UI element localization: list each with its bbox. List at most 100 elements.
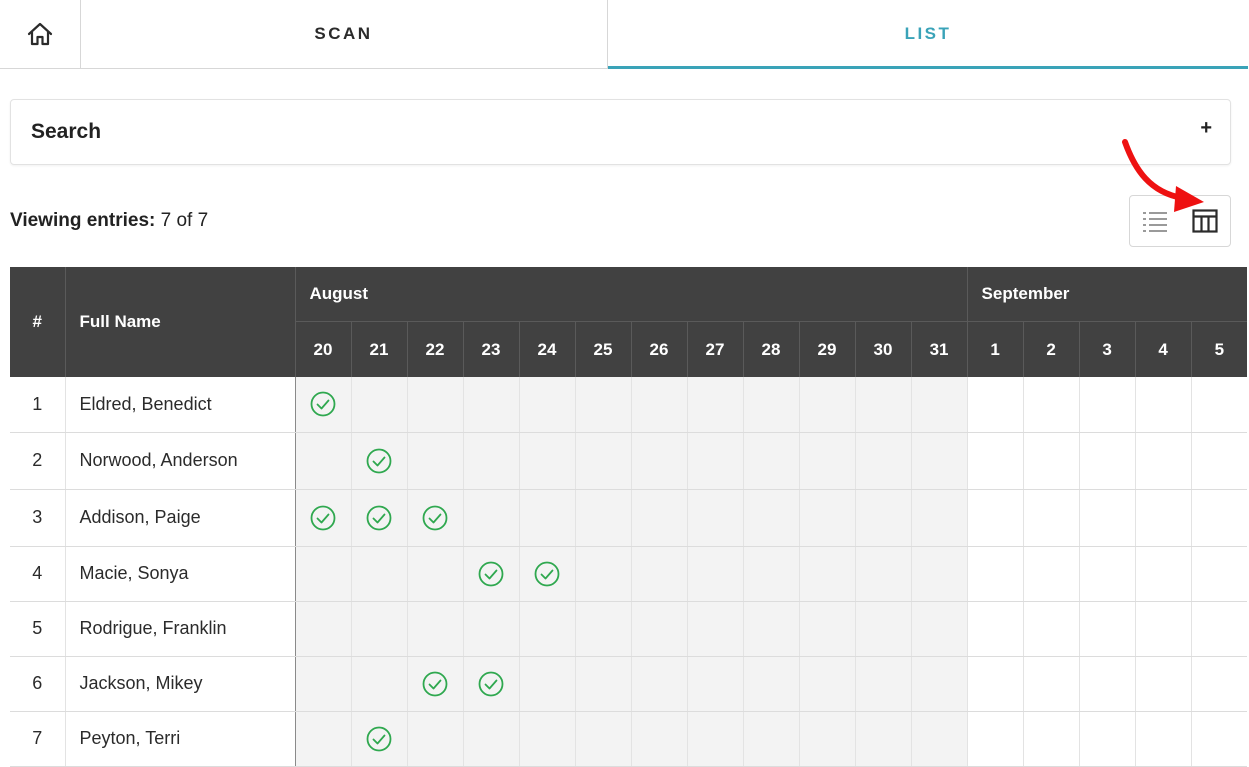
day-cell xyxy=(910,711,968,767)
day-cell xyxy=(574,601,631,657)
day-cell xyxy=(350,601,407,657)
day-cell xyxy=(910,489,968,547)
day-cell xyxy=(1078,601,1136,657)
check-circle-icon xyxy=(478,671,504,696)
day-header: 5 xyxy=(1190,321,1248,377)
day-cell xyxy=(630,546,687,602)
day-cell xyxy=(630,656,687,712)
table-row[interactable]: 2 Norwood, Anderson xyxy=(10,432,1248,490)
day-cell xyxy=(854,546,911,602)
day-cell xyxy=(966,601,1024,657)
day-cell xyxy=(1078,656,1136,712)
tab-list[interactable]: LIST xyxy=(607,0,1248,69)
day-cell xyxy=(350,656,407,712)
day-cell xyxy=(350,546,407,602)
day-cell xyxy=(910,601,968,657)
table-row[interactable]: 4 Macie, Sonya xyxy=(10,546,1248,602)
day-cell xyxy=(742,432,799,490)
day-cell xyxy=(518,432,575,490)
day-cell xyxy=(1022,656,1080,712)
day-cell xyxy=(910,377,968,433)
check-circle-icon xyxy=(422,671,448,696)
day-cell xyxy=(798,656,855,712)
day-cell xyxy=(798,546,855,602)
day-cell xyxy=(966,432,1024,490)
day-cell xyxy=(798,377,855,433)
day-cell xyxy=(686,656,743,712)
table-row[interactable]: 3 Addison, Paige xyxy=(10,489,1248,547)
table-row[interactable]: 5 Rodrigue, Franklin xyxy=(10,601,1248,657)
viewing-entries-label: Viewing entries: xyxy=(10,210,156,231)
check-circle-icon xyxy=(366,726,392,751)
search-panel[interactable]: Search + xyxy=(10,99,1231,165)
table-row[interactable]: 6 Jackson, Mikey xyxy=(10,656,1248,712)
row-full-name: Macie, Sonya xyxy=(65,546,296,602)
day-cell xyxy=(1190,546,1248,602)
day-cell xyxy=(686,711,743,767)
day-cell xyxy=(406,432,463,490)
day-cell xyxy=(1134,656,1192,712)
day-cell xyxy=(294,432,351,490)
home-icon xyxy=(27,22,53,46)
day-cell xyxy=(406,546,463,602)
day-cell xyxy=(854,377,911,433)
check-circle-icon xyxy=(366,505,392,530)
day-cell xyxy=(294,489,351,547)
day-header: 22 xyxy=(406,321,463,377)
day-header: 2 xyxy=(1022,321,1080,377)
day-cell xyxy=(1134,489,1192,547)
day-cell xyxy=(798,432,855,490)
day-cell xyxy=(1190,656,1248,712)
check-circle-icon xyxy=(422,505,448,530)
day-cell xyxy=(630,377,687,433)
day-cell xyxy=(1022,432,1080,490)
day-cell xyxy=(630,432,687,490)
day-cell xyxy=(1022,711,1080,767)
home-button[interactable] xyxy=(0,0,81,68)
day-cell xyxy=(686,377,743,433)
day-cell xyxy=(742,489,799,547)
viewing-entries: Viewing entries: 7 of 7 xyxy=(10,210,208,232)
day-cell xyxy=(1078,489,1136,547)
day-cell xyxy=(350,711,407,767)
day-header: 1 xyxy=(966,321,1024,377)
day-cell xyxy=(854,601,911,657)
day-cell xyxy=(630,711,687,767)
row-full-name: Addison, Paige xyxy=(65,489,296,547)
table-row[interactable]: 7 Peyton, Terri xyxy=(10,711,1248,767)
day-cell xyxy=(462,711,519,767)
day-cell xyxy=(1022,377,1080,433)
day-cell xyxy=(686,601,743,657)
day-cell xyxy=(518,489,575,547)
day-cell xyxy=(1134,546,1192,602)
table-row[interactable]: 1 Eldred, Benedict xyxy=(10,377,1248,433)
day-cell xyxy=(686,489,743,547)
day-header: 30 xyxy=(854,321,911,377)
row-full-name: Peyton, Terri xyxy=(65,711,296,767)
day-cell xyxy=(1134,711,1192,767)
annotation-arrow xyxy=(1122,139,1204,212)
day-cell xyxy=(910,432,968,490)
day-cell xyxy=(294,377,351,433)
row-full-name: Jackson, Mikey xyxy=(65,656,296,712)
day-cell xyxy=(518,656,575,712)
tab-scan[interactable]: SCAN xyxy=(81,0,606,68)
row-number: 4 xyxy=(10,546,66,602)
check-circle-icon xyxy=(310,391,336,417)
day-cell xyxy=(1078,377,1136,433)
day-cell xyxy=(630,601,687,657)
day-cell xyxy=(406,489,463,547)
day-cell xyxy=(518,711,575,767)
day-cell xyxy=(1190,711,1248,767)
day-cell xyxy=(406,601,463,657)
day-cell xyxy=(462,377,519,433)
viewing-entries-count: 7 of 7 xyxy=(160,210,209,231)
day-header: 27 xyxy=(686,321,743,377)
day-header: 31 xyxy=(910,321,968,377)
day-cell xyxy=(1190,377,1248,433)
day-cell xyxy=(966,656,1024,712)
day-cell xyxy=(462,432,519,490)
day-cell xyxy=(1022,546,1080,602)
row-full-name: Norwood, Anderson xyxy=(65,432,296,490)
search-title: Search xyxy=(31,120,102,143)
